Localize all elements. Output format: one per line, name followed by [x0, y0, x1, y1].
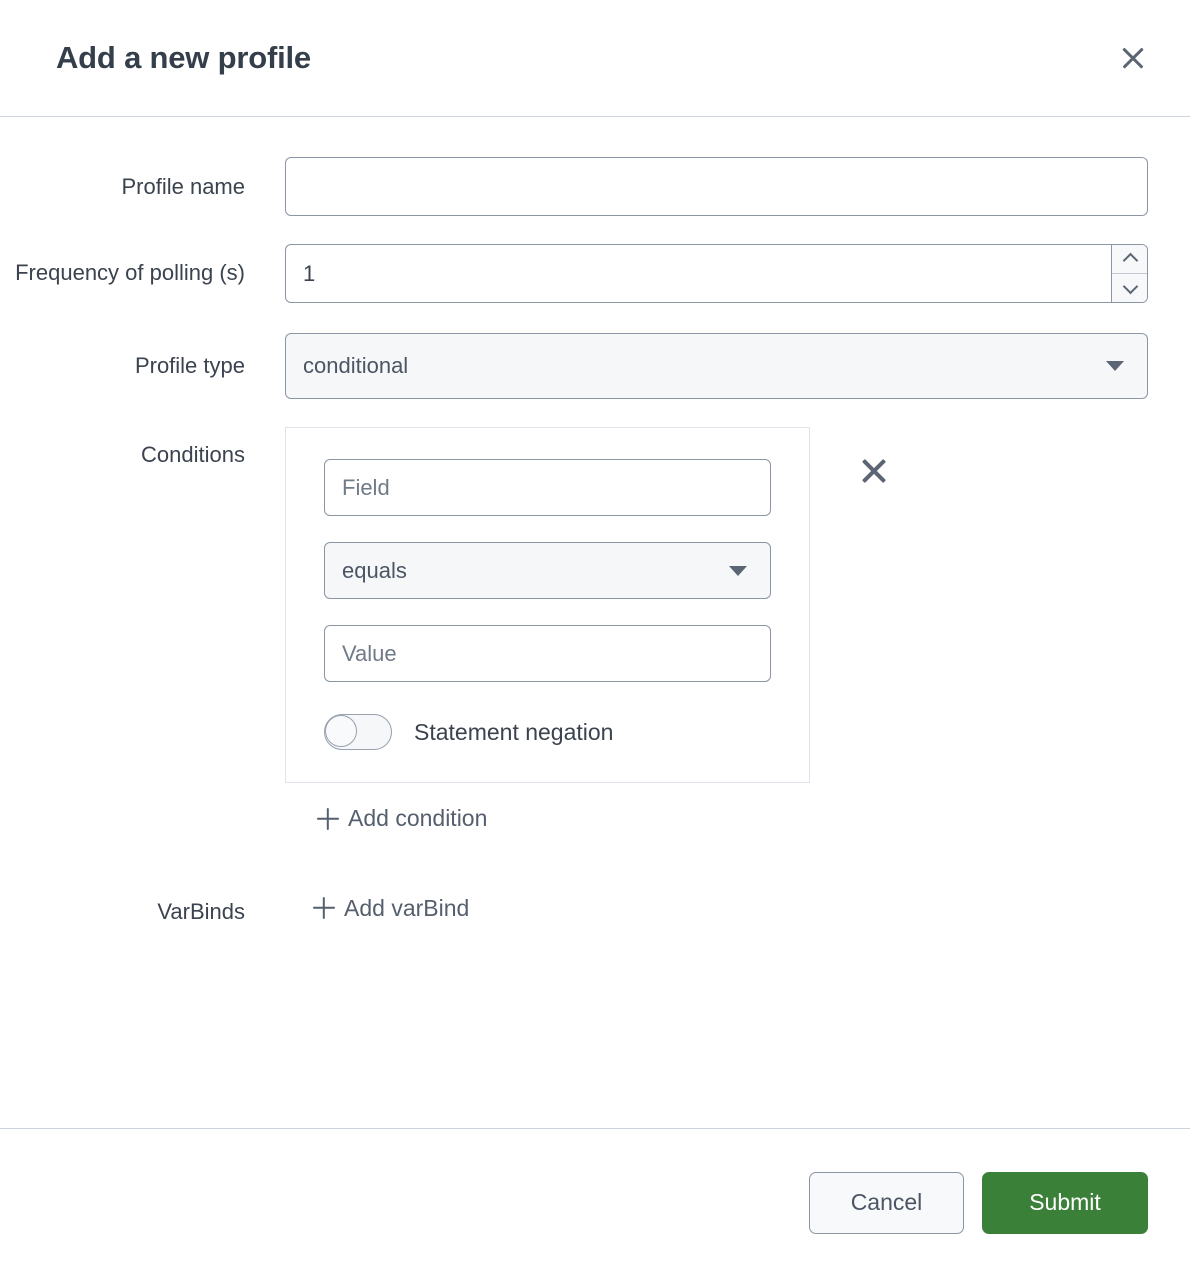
condition-value-input[interactable]	[324, 625, 771, 682]
add-condition-label: Add condition	[348, 805, 487, 832]
profile-type-value: conditional	[303, 353, 1106, 379]
field-row-profile-name: Profile name	[0, 157, 1190, 216]
field-row-conditions: Conditions equals	[0, 427, 1190, 835]
submit-button[interactable]: Submit	[982, 1172, 1148, 1234]
stepper-decrement-button[interactable]	[1112, 274, 1147, 303]
chevron-down-icon	[1124, 282, 1136, 294]
condition-operator-value: equals	[342, 558, 729, 584]
toggle-knob	[325, 715, 357, 747]
frequency-label: Frequency of polling (s)	[0, 244, 285, 293]
cancel-button[interactable]: Cancel	[809, 1172, 964, 1234]
frequency-control	[285, 244, 1190, 303]
plus-icon	[317, 808, 339, 830]
add-varbind-button[interactable]: Add varBind	[313, 895, 469, 922]
field-row-varbinds: VarBinds Add varBind	[0, 895, 1190, 929]
profile-type-select[interactable]: conditional	[285, 333, 1148, 399]
condition-value-row	[324, 625, 771, 682]
statement-negation-toggle[interactable]	[324, 714, 392, 750]
add-profile-modal: Add a new profile Profile name Frequency…	[0, 0, 1190, 1276]
profile-name-input[interactable]	[285, 157, 1148, 216]
field-row-profile-type: Profile type conditional	[0, 333, 1190, 399]
statement-negation-row: Statement negation	[324, 714, 771, 750]
caret-down-icon	[1106, 361, 1124, 371]
remove-condition-button[interactable]	[848, 445, 900, 497]
add-varbind-label: Add varBind	[344, 895, 469, 922]
modal-footer: Cancel Submit	[0, 1128, 1190, 1276]
varbinds-control: Add varBind	[285, 895, 1190, 925]
condition-operator-row: equals	[324, 542, 771, 599]
conditions-control: equals Statement negation	[285, 427, 1190, 835]
frequency-input[interactable]	[286, 245, 1111, 302]
close-icon[interactable]	[1110, 35, 1156, 81]
field-row-frequency: Frequency of polling (s)	[0, 244, 1190, 303]
caret-down-icon	[729, 566, 747, 576]
condition-operator-select[interactable]: equals	[324, 542, 771, 599]
modal-header: Add a new profile	[0, 0, 1190, 117]
profile-name-control	[285, 157, 1190, 216]
add-condition-button[interactable]: Add condition	[317, 805, 487, 832]
stepper-increment-button[interactable]	[1112, 245, 1147, 274]
profile-type-control: conditional	[285, 333, 1190, 399]
stepper-buttons	[1111, 245, 1147, 302]
plus-icon	[313, 897, 335, 919]
conditions-label: Conditions	[0, 427, 285, 475]
statement-negation-label: Statement negation	[414, 719, 613, 746]
condition-field-row	[324, 459, 771, 516]
condition-item-wrapper: equals Statement negation	[285, 427, 1148, 783]
modal-body: Profile name Frequency of polling (s)	[0, 117, 1190, 1128]
condition-card: equals Statement negation	[285, 427, 810, 783]
spacer	[285, 783, 1148, 805]
chevron-up-icon	[1124, 253, 1136, 265]
profile-type-label: Profile type	[0, 333, 285, 399]
condition-field-input[interactable]	[324, 459, 771, 516]
frequency-stepper	[285, 244, 1148, 303]
page-title: Add a new profile	[56, 40, 1110, 76]
profile-name-label: Profile name	[0, 157, 285, 216]
varbinds-label: VarBinds	[0, 895, 285, 929]
